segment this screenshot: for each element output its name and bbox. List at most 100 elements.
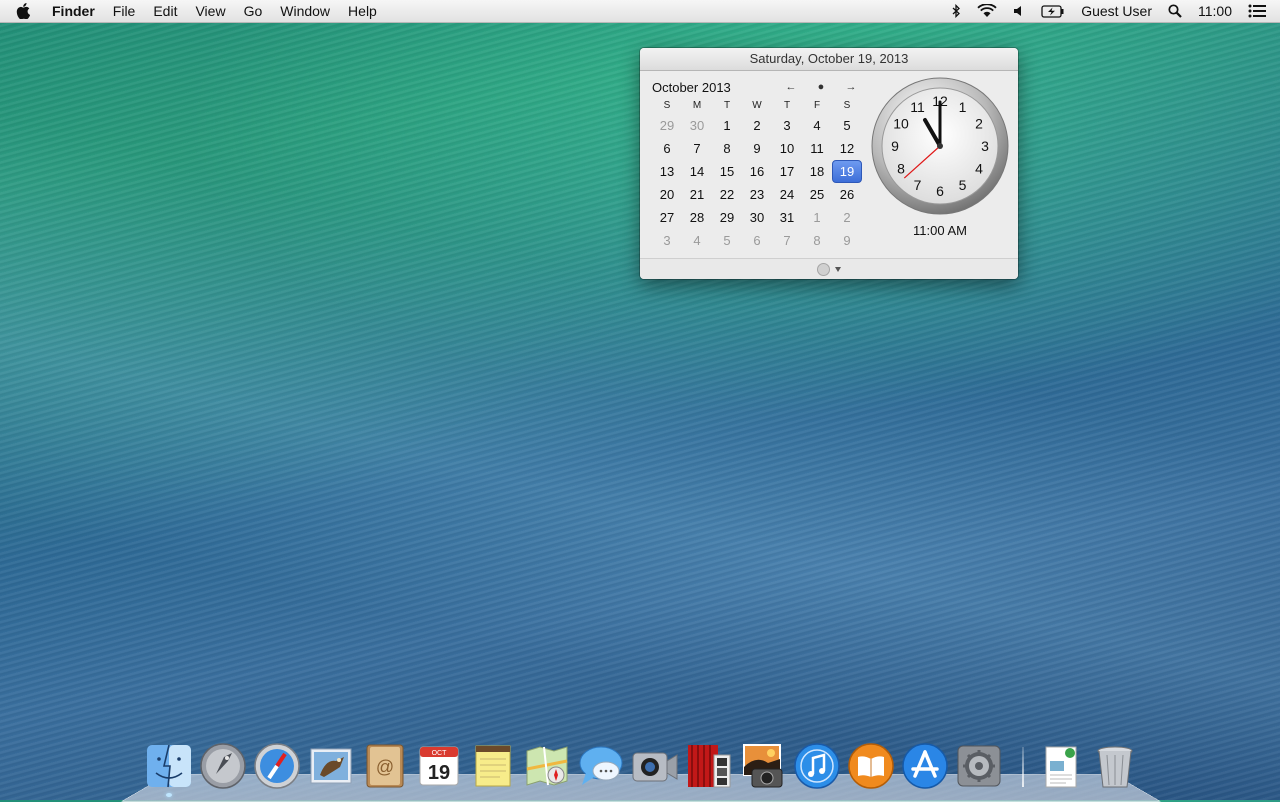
calendar-day[interactable]: 4 (682, 229, 712, 252)
chevron-down-icon[interactable] (835, 266, 841, 272)
calendar-day[interactable]: 6 (652, 137, 682, 160)
wifi-icon[interactable] (977, 4, 997, 18)
calendar-day[interactable]: 30 (742, 206, 772, 229)
calendar-day[interactable]: 3 (772, 114, 802, 137)
popover-date-header: Saturday, October 19, 2013 (640, 48, 1018, 71)
user-menu[interactable]: Guest User (1081, 3, 1152, 19)
calendar-day[interactable]: 20 (652, 183, 682, 206)
calendar-day[interactable]: 12 (832, 137, 862, 160)
menu-help[interactable]: Help (348, 3, 377, 19)
menu-file[interactable]: File (113, 3, 136, 19)
calendar-day-selected[interactable]: 19 (832, 160, 862, 183)
dock-iphoto-icon[interactable] (738, 741, 788, 791)
calendar-day[interactable]: 4 (802, 114, 832, 137)
dock-document-stack-icon[interactable] (1036, 741, 1086, 791)
calendar-day[interactable]: 5 (712, 229, 742, 252)
calendar-day-number: 29 (719, 210, 735, 225)
calendar-day[interactable]: 5 (832, 114, 862, 137)
calendar-day[interactable]: 13 (652, 160, 682, 183)
weekday-label: S (663, 100, 671, 111)
weekday-label: T (783, 100, 791, 111)
dock-finder-icon[interactable] (144, 741, 194, 797)
calendar-day[interactable]: 30 (682, 114, 712, 137)
calendar-day[interactable]: 3 (652, 229, 682, 252)
dock-maps-icon[interactable] (522, 741, 572, 791)
dock-notes-icon[interactable] (468, 741, 518, 791)
dock-app-store-icon[interactable] (900, 741, 950, 791)
dock-system-preferences-icon[interactable] (954, 741, 1004, 791)
dock-mail-icon[interactable] (306, 741, 356, 791)
calendar-day[interactable]: 2 (742, 114, 772, 137)
calendar-day-number: 5 (723, 233, 731, 248)
calendar-day-number: 17 (779, 164, 795, 179)
svg-text:@: @ (376, 757, 394, 777)
dock-calendar-icon[interactable]: OCT 19 (414, 741, 464, 791)
dock-trash-icon[interactable] (1090, 741, 1140, 791)
spotlight-search-icon[interactable] (1168, 4, 1182, 18)
calendar-day[interactable]: 31 (772, 206, 802, 229)
calendar-day[interactable]: 28 (682, 206, 712, 229)
calendar-day[interactable]: 29 (712, 206, 742, 229)
calendar-today-button[interactable]: ● (806, 81, 836, 93)
calendar-day-number: 14 (689, 164, 705, 179)
calendar-day[interactable]: 11 (802, 137, 832, 160)
calendar-day[interactable]: 18 (802, 160, 832, 183)
volume-icon[interactable] (1013, 5, 1025, 17)
calendar-day-number: 13 (659, 164, 675, 179)
menu-window[interactable]: Window (280, 3, 330, 19)
calendar-day[interactable]: 26 (832, 183, 862, 206)
dock: @ OCT 19 (144, 735, 1144, 797)
calendar-day[interactable]: 2 (832, 206, 862, 229)
gear-icon[interactable] (817, 262, 830, 276)
calendar-day[interactable]: 16 (742, 160, 772, 183)
calendar-day-number: 1 (813, 210, 821, 225)
calendar-day[interactable]: 25 (802, 183, 832, 206)
calendar-day[interactable]: 6 (742, 229, 772, 252)
dock-safari-icon[interactable] (252, 741, 302, 791)
calendar-day[interactable]: 7 (772, 229, 802, 252)
bluetooth-icon[interactable] (952, 4, 961, 18)
dock-contacts-icon[interactable]: @ (360, 741, 410, 791)
clock-face: 121234567891011 (871, 77, 1009, 215)
calendar-day[interactable]: 10 (772, 137, 802, 160)
calendar-day[interactable]: 1 (712, 114, 742, 137)
dock-messages-icon[interactable] (576, 741, 626, 791)
calendar-day-number: 22 (719, 187, 735, 202)
calendar-day-number: 10 (779, 141, 795, 156)
calendar-next-month-button[interactable]: → (836, 81, 866, 93)
calendar-day-number: 9 (753, 141, 761, 156)
calendar-day[interactable]: 8 (802, 229, 832, 252)
menu-view[interactable]: View (195, 3, 225, 19)
dock-itunes-icon[interactable] (792, 741, 842, 791)
calendar-prev-month-button[interactable]: ← (776, 81, 806, 93)
calendar-day[interactable]: 24 (772, 183, 802, 206)
calendar-day[interactable]: 14 (682, 160, 712, 183)
menu-edit[interactable]: Edit (153, 3, 177, 19)
calendar-day[interactable]: 17 (772, 160, 802, 183)
calendar-day[interactable]: 1 (802, 206, 832, 229)
clock-number: 11 (910, 99, 925, 115)
dock-ibooks-icon[interactable] (846, 741, 896, 791)
calendar-day[interactable]: 9 (832, 229, 862, 252)
dock-facetime-icon[interactable] (630, 741, 680, 791)
apple-menu-icon[interactable] (16, 3, 38, 19)
battery-icon[interactable] (1041, 4, 1065, 18)
dock-launchpad-icon[interactable] (198, 741, 248, 791)
calendar-day[interactable]: 21 (682, 183, 712, 206)
calendar-day[interactable]: 22 (712, 183, 742, 206)
calendar-month-label: October 2013 (652, 79, 731, 95)
calendar-day[interactable]: 7 (682, 137, 712, 160)
menu-go[interactable]: Go (244, 3, 263, 19)
notification-center-icon[interactable] (1248, 4, 1266, 18)
calendar-day[interactable]: 15 (712, 160, 742, 183)
calendar-day[interactable]: 23 (742, 183, 772, 206)
menubar-clock[interactable]: 11:00 (1198, 3, 1232, 19)
calendar-day-number: 18 (809, 164, 825, 179)
dock-photo-booth-icon[interactable] (684, 741, 734, 791)
menu-bar: Finder File Edit View Go Window Help Gue… (0, 0, 1280, 23)
calendar-day[interactable]: 8 (712, 137, 742, 160)
calendar-day[interactable]: 29 (652, 114, 682, 137)
calendar-day[interactable]: 9 (742, 137, 772, 160)
calendar-day[interactable]: 27 (652, 206, 682, 229)
menu-app-finder[interactable]: Finder (52, 3, 95, 19)
